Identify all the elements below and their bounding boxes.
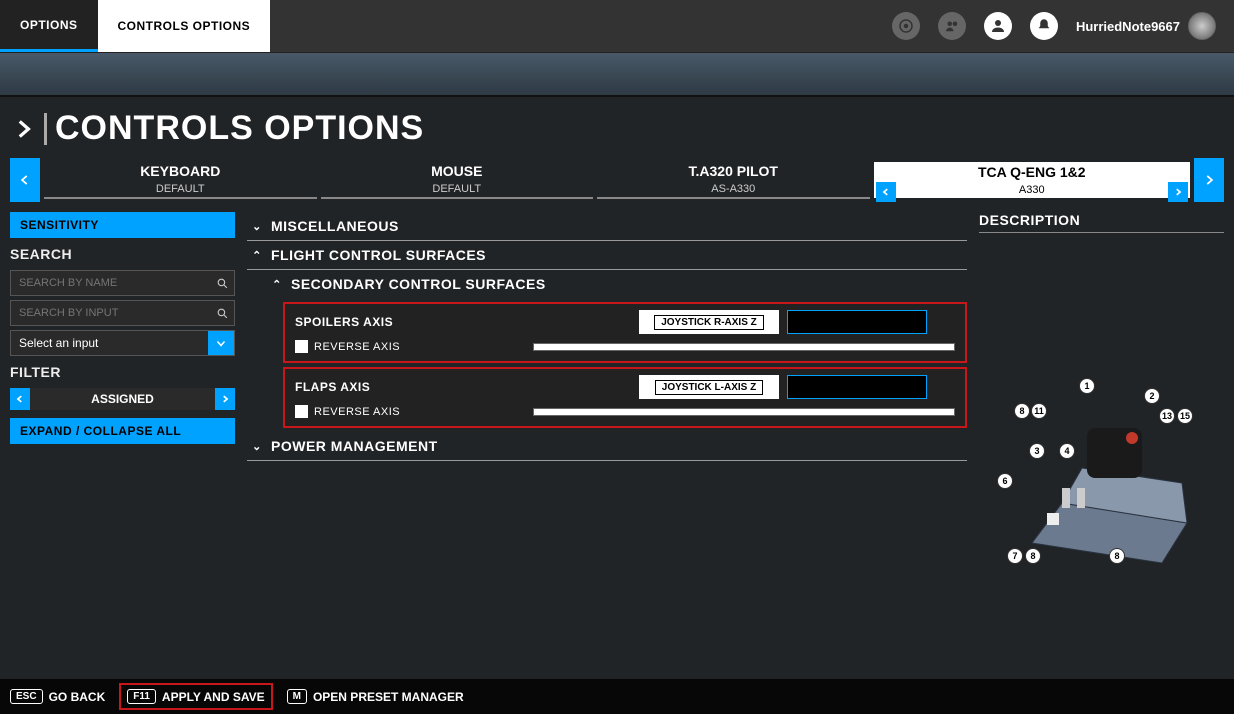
search-icon [210,271,234,295]
description-title: DESCRIPTION [979,212,1224,233]
device-tab-keyboard[interactable]: KEYBOARD DEFAULT [44,161,317,199]
group-icon[interactable] [938,12,966,40]
target-icon[interactable] [892,12,920,40]
bell-icon[interactable] [1030,12,1058,40]
chevron-down-icon [208,331,234,355]
chevron-up-icon: ⌃ [251,249,263,262]
filter-value: ASSIGNED [30,388,215,410]
chevron-down-icon: ⌄ [251,220,263,233]
category-power-management[interactable]: ⌄POWER MANAGEMENT [247,432,967,461]
device-name: T.A320 PILOT [597,161,870,181]
category-secondary-control-surfaces[interactable]: ⌃SECONDARY CONTROL SURFACES [267,270,967,298]
binding-flaps-axis: FLAPS AXIS JOYSTICK L-AXIS Z REVERSE AXI… [283,367,967,428]
binding-slot-1[interactable]: JOYSTICK L-AXIS Z [639,375,779,399]
checkbox-icon [295,340,308,353]
search-input-field[interactable] [11,307,210,319]
footer-preset-manager[interactable]: M OPEN PRESET MANAGER [287,689,464,704]
select-input[interactable]: Select an input [10,330,235,356]
devices-prev[interactable] [10,158,40,202]
tab-controls-options[interactable]: CONTROLS OPTIONS [98,0,271,52]
category-flight-control-surfaces[interactable]: ⌃FLIGHT CONTROL SURFACES [247,241,967,270]
device-name: KEYBOARD [44,161,317,181]
axis-bar [533,408,955,416]
key-esc: ESC [10,689,43,704]
profile-icon[interactable] [984,12,1012,40]
device-name: MOUSE [321,161,594,181]
username: HurriedNote9667 [1076,19,1180,34]
footer-label: OPEN PRESET MANAGER [313,690,464,704]
sensitivity-button[interactable]: SENSITIVITY [10,212,235,238]
device-tab-tca[interactable]: TCA Q-ENG 1&2 A330 [874,162,1191,198]
chevron-up-icon: ⌃ [271,278,283,291]
page-title: CONTROLS OPTIONS [55,109,424,148]
preset-next[interactable] [1168,182,1188,202]
filter-prev[interactable] [10,388,30,410]
binding-spoilers-axis: SPOILERS AXIS JOYSTICK R-AXIS Z REVERSE … [283,302,967,363]
device-name: TCA Q-ENG 1&2 [896,162,1169,182]
title-divider [44,113,47,145]
checkbox-icon [295,405,308,418]
key-m: M [287,689,307,704]
search-input-input[interactable] [10,300,235,326]
select-input-label: Select an input [11,331,208,355]
device-tab-mouse[interactable]: MOUSE DEFAULT [321,161,594,199]
category-miscellaneous[interactable]: ⌄MISCELLANEOUS [247,212,967,241]
reverse-axis-label: REVERSE AXIS [314,341,400,353]
reverse-axis-toggle[interactable]: REVERSE AXIS [295,405,533,418]
filter-label: FILTER [10,364,235,380]
tab-options[interactable]: OPTIONS [0,0,98,52]
cockpit-background [0,53,1234,97]
footer-apply-save[interactable]: F11 APPLY AND SAVE [119,683,272,710]
footer-label: GO BACK [49,690,106,704]
chevron-down-icon: ⌄ [251,440,263,453]
search-label: SEARCH [10,246,235,262]
device-tab-ta320[interactable]: T.A320 PILOT AS-A330 [597,161,870,199]
device-preset: AS-A330 [597,181,870,197]
search-icon [210,301,234,325]
reverse-axis-toggle[interactable]: REVERSE AXIS [295,340,533,353]
expand-collapse-button[interactable]: EXPAND / COLLAPSE ALL [10,418,235,444]
footer-label: APPLY AND SAVE [162,690,265,704]
footer-go-back[interactable]: ESC GO BACK [10,689,105,704]
device-preset: DEFAULT [44,181,317,197]
key-f11: F11 [127,689,156,704]
avatar[interactable] [1188,12,1216,40]
device-preset: DEFAULT [321,181,594,197]
search-name-field[interactable] [11,277,210,289]
device-preset: A330 [896,182,1169,198]
preset-prev[interactable] [876,182,896,202]
back-icon[interactable] [10,116,36,142]
binding-name: SPOILERS AXIS [295,315,635,329]
device-diagram: 1 2 8 11 13 15 3 4 6 7 8 8 [979,373,1224,593]
devices-next[interactable] [1194,158,1224,202]
filter-next[interactable] [215,388,235,410]
binding-slot-2[interactable] [787,310,927,334]
binding-name: FLAPS AXIS [295,380,635,394]
search-name-input[interactable] [10,270,235,296]
reverse-axis-label: REVERSE AXIS [314,406,400,418]
binding-slot-1[interactable]: JOYSTICK R-AXIS Z [639,310,779,334]
binding-slot-2[interactable] [787,375,927,399]
axis-bar [533,343,955,351]
